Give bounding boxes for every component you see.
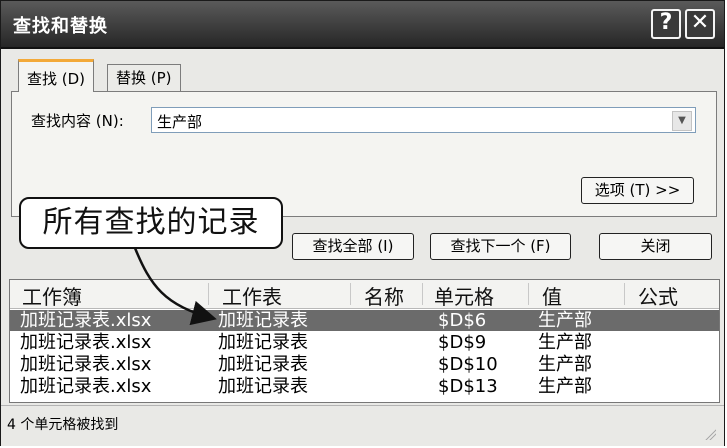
- column-header-value[interactable]: 值: [542, 281, 562, 310]
- row-workbook: 加班记录表.xlsx: [20, 310, 152, 331]
- find-what-value[interactable]: 生产部: [157, 111, 202, 132]
- result-row[interactable]: 加班记录表.xlsx 加班记录表 $D$13 生产部: [10, 376, 719, 397]
- results-header: 工作簿 工作表 名称 单元格 值 公式: [10, 280, 719, 309]
- result-row[interactable]: 加班记录表.xlsx 加班记录表 $D$6 生产部: [10, 310, 719, 331]
- row-value: 生产部: [538, 376, 592, 397]
- find-what-combobox[interactable]: 生产部 ▼: [151, 107, 696, 133]
- tab-find[interactable]: 查找 (D): [18, 59, 95, 92]
- annotation-callout: 所有查找的记录: [19, 197, 283, 249]
- column-divider[interactable]: [624, 283, 625, 305]
- close-dialog-button[interactable]: 关闭: [599, 233, 712, 260]
- row-value: 生产部: [538, 354, 592, 375]
- chevron-down-icon[interactable]: ▼: [672, 111, 692, 131]
- column-divider[interactable]: [528, 283, 529, 305]
- column-header-sheet[interactable]: 工作表: [222, 281, 282, 310]
- row-value: 生产部: [538, 332, 592, 353]
- resize-grip-icon[interactable]: [704, 428, 716, 440]
- results-list[interactable]: 工作簿 工作表 名称 单元格 值 公式 加班记录表.xlsx 加班记录表 $D$…: [9, 279, 720, 403]
- close-window-button[interactable]: ✕: [685, 9, 715, 39]
- row-workbook: 加班记录表.xlsx: [20, 354, 152, 375]
- row-sheet: 加班记录表: [218, 310, 308, 331]
- column-header-formula[interactable]: 公式: [638, 281, 678, 310]
- dialog-title: 查找和替换: [13, 16, 108, 37]
- find-replace-dialog: 查找和替换 ? ✕ 查找 (D) 替换 (P) 查找内容 (N): 生产部 ▼ …: [0, 0, 725, 446]
- title-bar[interactable]: 查找和替换 ? ✕: [1, 1, 724, 49]
- row-sheet: 加班记录表: [218, 332, 308, 353]
- column-divider[interactable]: [422, 283, 423, 305]
- column-header-cell[interactable]: 单元格: [434, 281, 494, 310]
- tab-replace[interactable]: 替换 (P): [107, 64, 181, 91]
- help-button[interactable]: ?: [651, 9, 681, 39]
- find-what-label: 查找内容 (N):: [31, 112, 124, 130]
- row-workbook: 加班记录表.xlsx: [20, 376, 152, 397]
- status-bar: 4 个单元格被找到: [1, 405, 724, 446]
- find-next-button[interactable]: 查找下一个 (F): [430, 233, 571, 260]
- row-sheet: 加班记录表: [218, 376, 308, 397]
- column-divider[interactable]: [208, 283, 209, 305]
- row-value: 生产部: [538, 310, 592, 331]
- options-button[interactable]: 选项 (T) >>: [581, 177, 694, 204]
- column-divider[interactable]: [350, 283, 351, 305]
- status-text: 4 个单元格被找到: [7, 417, 119, 433]
- result-row[interactable]: 加班记录表.xlsx 加班记录表 $D$9 生产部: [10, 332, 719, 353]
- result-row[interactable]: 加班记录表.xlsx 加班记录表 $D$10 生产部: [10, 354, 719, 375]
- row-cell: $D$10: [438, 354, 498, 375]
- row-cell: $D$9: [438, 332, 487, 353]
- column-header-name[interactable]: 名称: [364, 281, 404, 310]
- row-cell: $D$13: [438, 376, 498, 397]
- find-all-button[interactable]: 查找全部 (I): [292, 233, 414, 260]
- row-cell: $D$6: [438, 310, 487, 331]
- row-sheet: 加班记录表: [218, 354, 308, 375]
- row-workbook: 加班记录表.xlsx: [20, 332, 152, 353]
- column-header-workbook[interactable]: 工作簿: [22, 281, 82, 310]
